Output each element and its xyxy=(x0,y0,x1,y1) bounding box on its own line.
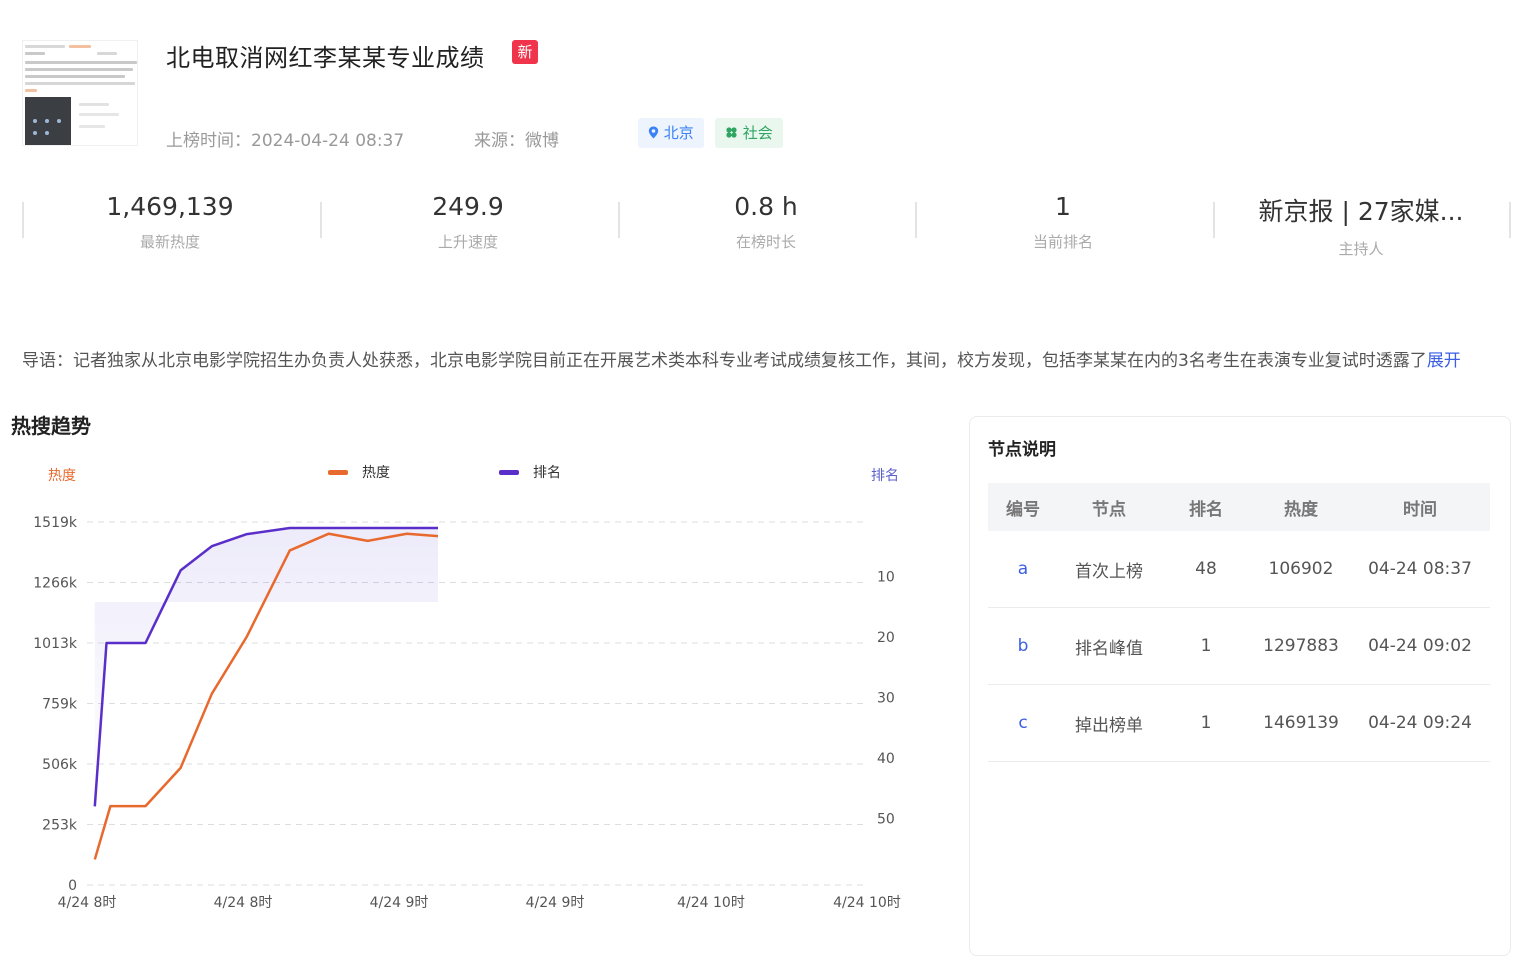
stat-value: 1 xyxy=(1055,192,1071,221)
rank-time: 上榜时间：2024-04-24 08:37 xyxy=(166,131,405,151)
y-left-tick-label: 1266k xyxy=(33,576,78,592)
cell-rank: 48 xyxy=(1195,559,1217,579)
stat-value: 0.8 h xyxy=(734,192,798,221)
topic-title[interactable]: 北电取消网红李某某专业成绩 xyxy=(166,38,485,73)
stat-latest-heat: 1,469,139 最新热度 xyxy=(22,190,318,251)
cell-id: c xyxy=(1018,713,1028,733)
category-tag-label: 社会 xyxy=(742,124,773,142)
new-badge: 新 xyxy=(512,40,538,64)
table-row[interactable]: c 掉出榜单 1 1469139 04-24 09:24 xyxy=(988,685,1490,762)
location-tag[interactable]: 北京 xyxy=(638,118,704,148)
stat-label: 当前排名 xyxy=(1032,233,1093,251)
cell-id: b xyxy=(1017,636,1029,656)
cell-heat: 1469139 xyxy=(1263,713,1339,733)
col-heat: 热度 xyxy=(1284,499,1318,520)
x-tick-label: 4/24 8时 xyxy=(214,895,273,911)
topic-thumbnail[interactable] xyxy=(22,40,138,146)
cell-id: a xyxy=(1017,559,1029,579)
x-tick-label: 4/24 10时 xyxy=(833,895,901,911)
stat-rise-speed: 249.9 上升速度 xyxy=(320,190,616,251)
y-right-tick-label: 10 xyxy=(877,569,895,585)
source: 来源：微博 xyxy=(474,131,559,151)
cell-heat: 106902 xyxy=(1268,559,1334,579)
legend-label: 排名 xyxy=(533,465,561,481)
node-table: 编号 节点 排名 热度 时间 a 首次上榜 48 106902 04-24 08… xyxy=(988,483,1490,762)
trend-section-title: 热搜趋势 xyxy=(11,414,91,438)
stats-row: 1,469,139 最新热度 249.9 上升速度 0.8 h 在榜时长 1 当… xyxy=(22,190,1511,260)
location-tag-label: 北京 xyxy=(663,124,694,142)
table-row[interactable]: b 排名峰值 1 1297883 04-24 09:02 xyxy=(988,608,1490,685)
intro-body: 导语：记者独家从北京电影学院招生办负责人处获悉，北京电影学院目前正在开展艺术类本… xyxy=(22,351,1427,371)
trend-chart-svg: 1519k 1266k 1013k 759k 506k 253k 0 10 20 30 40 50 4/… xyxy=(33,465,901,911)
y-left-tick-label: 1013k xyxy=(33,636,78,652)
col-node: 节点 xyxy=(1092,499,1126,520)
y-right-tick-label: 20 xyxy=(877,630,895,646)
stat-host: 新京报 | 27家媒... 主持人 xyxy=(1213,190,1511,258)
stat-duration: 0.8 h 在榜时长 xyxy=(618,190,914,251)
cell-time: 04-24 08:37 xyxy=(1368,559,1472,579)
stat-current-rank: 1 当前排名 xyxy=(915,190,1211,251)
cell-heat: 1297883 xyxy=(1263,636,1339,656)
intro-text: 导语：记者独家从北京电影学院招生办负责人处获悉，北京电影学院目前正在开展艺术类本… xyxy=(22,346,1502,371)
table-row[interactable]: a 首次上榜 48 106902 04-24 08:37 xyxy=(988,531,1490,608)
clover-icon xyxy=(726,127,737,138)
x-tick-label: 4/24 9时 xyxy=(526,895,585,911)
stat-label: 主持人 xyxy=(1338,240,1384,258)
cell-node: 掉出榜单 xyxy=(1075,715,1143,736)
y-right-tick-label: 30 xyxy=(877,690,895,706)
cell-time: 04-24 09:02 xyxy=(1368,636,1472,656)
location-pin-icon xyxy=(648,126,659,139)
expand-link[interactable]: 展开 xyxy=(1427,351,1461,371)
y-left-tick-label: 506k xyxy=(42,757,78,773)
legend-label: 热度 xyxy=(362,465,390,481)
cell-time: 04-24 09:24 xyxy=(1368,713,1472,733)
trend-chart: 1519k 1266k 1013k 759k 506k 253k 0 10 20 30 40 50 4/… xyxy=(0,455,940,925)
legend-swatch xyxy=(328,470,348,475)
col-rank: 排名 xyxy=(1189,499,1223,520)
col-id: 编号 xyxy=(1006,499,1040,520)
y-left-tick-label: 1519k xyxy=(33,515,78,531)
y-right-tick-label: 50 xyxy=(877,811,895,827)
node-panel-title-text: 节点说明 xyxy=(988,440,1056,460)
cell-rank: 1 xyxy=(1200,636,1212,656)
category-tag[interactable]: 社会 xyxy=(715,118,783,148)
y-left-tick-label: 253k xyxy=(42,818,78,834)
node-panel-title: 节点说明 xyxy=(985,435,1065,461)
cell-node: 排名峰值 xyxy=(1075,638,1143,659)
stat-value: 1,469,139 xyxy=(106,192,234,221)
col-time: 时间 xyxy=(1403,499,1437,520)
cell-rank: 1 xyxy=(1200,713,1212,733)
stat-label: 在榜时长 xyxy=(735,233,796,251)
y-right-tick-label: 40 xyxy=(877,751,895,767)
x-tick-label: 4/24 10时 xyxy=(677,895,745,911)
stat-value[interactable]: 新京报 | 27家媒... xyxy=(1213,192,1509,228)
cell-node: 首次上榜 xyxy=(1075,561,1143,582)
legend-swatch xyxy=(499,470,519,475)
stat-label: 最新热度 xyxy=(139,233,200,251)
table-header: 编号 节点 排名 热度 时间 xyxy=(988,483,1490,531)
x-tick-label: 4/24 8时 xyxy=(58,895,117,911)
thumbnail-photo xyxy=(25,97,71,145)
y-left-tick-label: 759k xyxy=(42,697,78,713)
node-panel: 节点说明 编号 节点 排名 热度 时间 a 首次上榜 48 106902 04-… xyxy=(969,416,1511,956)
stat-value: 249.9 xyxy=(432,192,504,221)
rank-area xyxy=(94,528,439,807)
y-left-tick-label: 0 xyxy=(68,878,77,894)
y-right-axis-label: 排名 xyxy=(871,468,899,484)
x-tick-label: 4/24 9时 xyxy=(370,895,429,911)
stat-label: 上升速度 xyxy=(437,233,498,251)
y-left-axis-label: 热度 xyxy=(48,468,76,484)
